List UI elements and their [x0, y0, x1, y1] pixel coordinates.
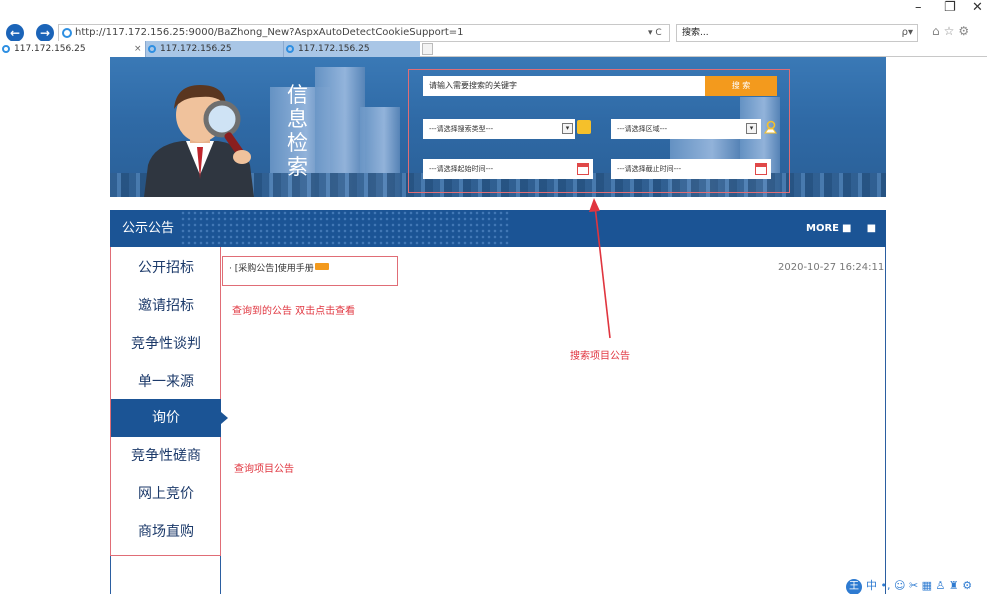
back-button[interactable]: ← [6, 24, 24, 42]
end-time-input[interactable]: ---请选择截止时间--- [611, 159, 771, 179]
chevron-down-icon[interactable]: ▾ [746, 123, 757, 134]
close-window-button[interactable]: ✕ [972, 0, 983, 15]
area-value: ---请选择区域--- [617, 125, 668, 133]
ime-toolbar[interactable]: 王中 •, ☺ ✂ ▦ ♙ ♜ ⚙ [846, 577, 987, 594]
bulletin-header: 公示公告 MORE ■ ■ ■ [110, 210, 886, 247]
note-query-project: 查询项目公告 [234, 464, 294, 475]
tab-label: 117.172.156.25 [160, 44, 232, 54]
sidebar-item-inquiry[interactable]: 询价 [111, 399, 221, 437]
sidebar-item-online-bidding[interactable]: 网上竞价 [111, 475, 221, 513]
note-double-click: 查询到的公告 双击点击查看 [232, 306, 356, 317]
minimize-button[interactable]: – [915, 0, 922, 15]
ie-tab-icon [2, 45, 10, 53]
search-button[interactable]: 搜 索 [705, 76, 777, 96]
browser-search-placeholder: 搜索... [682, 28, 709, 38]
start-time-placeholder: ---请选择起始时间--- [429, 165, 494, 173]
tab-label: 117.172.156.25 [298, 44, 370, 54]
address-text: http://117.172.156.25:9000/BaZhong_New?A… [75, 27, 464, 38]
banner-title-char: 索 [287, 155, 308, 179]
search-banner: 信 息 检 索 请输入需要搜索的关键字 搜 索 ---请选择搜索类型--- ▾ … [110, 57, 886, 197]
banner-title-char: 检 [287, 131, 308, 155]
end-time-placeholder: ---请选择截止时间--- [617, 165, 682, 173]
ime-logo-icon: 王 [846, 579, 862, 594]
dot-pattern-decoration [180, 210, 510, 247]
bulletin-title: 公示公告 [122, 221, 175, 236]
folder-icon[interactable] [577, 120, 591, 134]
announcement-title: · [采购公告]使用手册 [229, 264, 314, 274]
tab-bar: 117.172.156.25 × 117.172.156.25 117.172.… [0, 41, 987, 57]
sidebar-item-mall-direct-purchase[interactable]: 商场直购 [111, 513, 221, 551]
category-sidebar: 公开招标 邀请招标 竞争性谈判 单一来源 询价 竞争性磋商 网上竞价 商场直购 [110, 247, 221, 556]
forward-button[interactable]: → [36, 24, 54, 42]
new-badge-icon [314, 263, 329, 270]
browser-chrome: – ❐ ✕ ← → http://117.172.156.25:9000/BaZ… [0, 0, 987, 57]
active-item-arrow [221, 412, 228, 424]
ie-tab-icon [148, 45, 156, 53]
new-tab-button[interactable] [422, 43, 433, 55]
calendar-icon[interactable] [577, 163, 589, 175]
ie-tab-icon [286, 45, 294, 53]
address-bar[interactable]: http://117.172.156.25:9000/BaZhong_New?A… [58, 24, 670, 42]
search-icon[interactable]: ρ▾ [902, 25, 913, 41]
browser-search-input[interactable]: 搜索... ρ▾ [676, 24, 918, 42]
sidebar-item-competitive-negotiation[interactable]: 竞争性谈判 [111, 325, 221, 363]
browser-tab[interactable]: 117.172.156.25 [283, 41, 420, 57]
calendar-icon[interactable] [755, 163, 767, 175]
location-icon[interactable] [763, 120, 777, 134]
banner-title-char: 息 [287, 107, 308, 131]
forward-arrow-icon: → [39, 26, 51, 40]
announcement-link[interactable]: · [采购公告]使用手册 [229, 262, 329, 276]
home-favorites-settings-icons[interactable]: ⌂☆⚙ [932, 24, 973, 38]
detective-with-magnifier-illustration [144, 85, 254, 197]
area-select[interactable]: ---请选择区域--- ▾ [611, 119, 761, 139]
keyword-search-input[interactable]: 请输入需要搜索的关键字 [423, 76, 705, 96]
ime-status-icons: 中 •, ☺ ✂ ▦ ♙ ♜ ⚙ [866, 579, 973, 592]
note-search-project: 搜索项目公告 [570, 351, 630, 362]
more-link[interactable]: MORE [806, 210, 839, 247]
sidebar-item-invited-tender[interactable]: 邀请招标 [111, 287, 221, 325]
keyword-placeholder: 请输入需要搜索的关键字 [429, 81, 517, 90]
sidebar-item-single-source[interactable]: 单一来源 [111, 363, 221, 401]
sidebar-item-competitive-consultation[interactable]: 竞争性磋商 [111, 437, 221, 475]
banner-title-char: 信 [287, 83, 308, 107]
back-arrow-icon: ← [9, 26, 21, 40]
browser-tab[interactable]: 117.172.156.25 [145, 41, 283, 57]
search-type-value: ---请选择搜索类型--- [429, 125, 494, 133]
search-type-select[interactable]: ---请选择搜索类型--- ▾ [423, 119, 575, 139]
annotation-arrow [589, 198, 611, 339]
more-dots-icon[interactable]: ■ ■ ■ [842, 210, 886, 247]
chevron-down-icon[interactable]: ▾ [562, 123, 573, 134]
restore-button[interactable]: ❐ [944, 0, 956, 15]
start-time-input[interactable]: ---请选择起始时间--- [423, 159, 593, 179]
close-tab-icon[interactable]: × [134, 41, 142, 57]
tab-label: 117.172.156.25 [14, 44, 86, 54]
browser-tab[interactable]: 117.172.156.25 × [0, 41, 145, 57]
sidebar-item-open-tender[interactable]: 公开招标 [111, 249, 221, 287]
banner-title: 信 息 检 索 [287, 83, 311, 179]
ie-page-icon [62, 28, 72, 38]
refresh-dropdown-control[interactable]: ▾ C [648, 24, 662, 42]
search-panel: 请输入需要搜索的关键字 搜 索 ---请选择搜索类型--- ▾ ---请选择区域… [408, 69, 790, 193]
announcement-date: 2020-10-27 16:24:11 [778, 262, 885, 273]
